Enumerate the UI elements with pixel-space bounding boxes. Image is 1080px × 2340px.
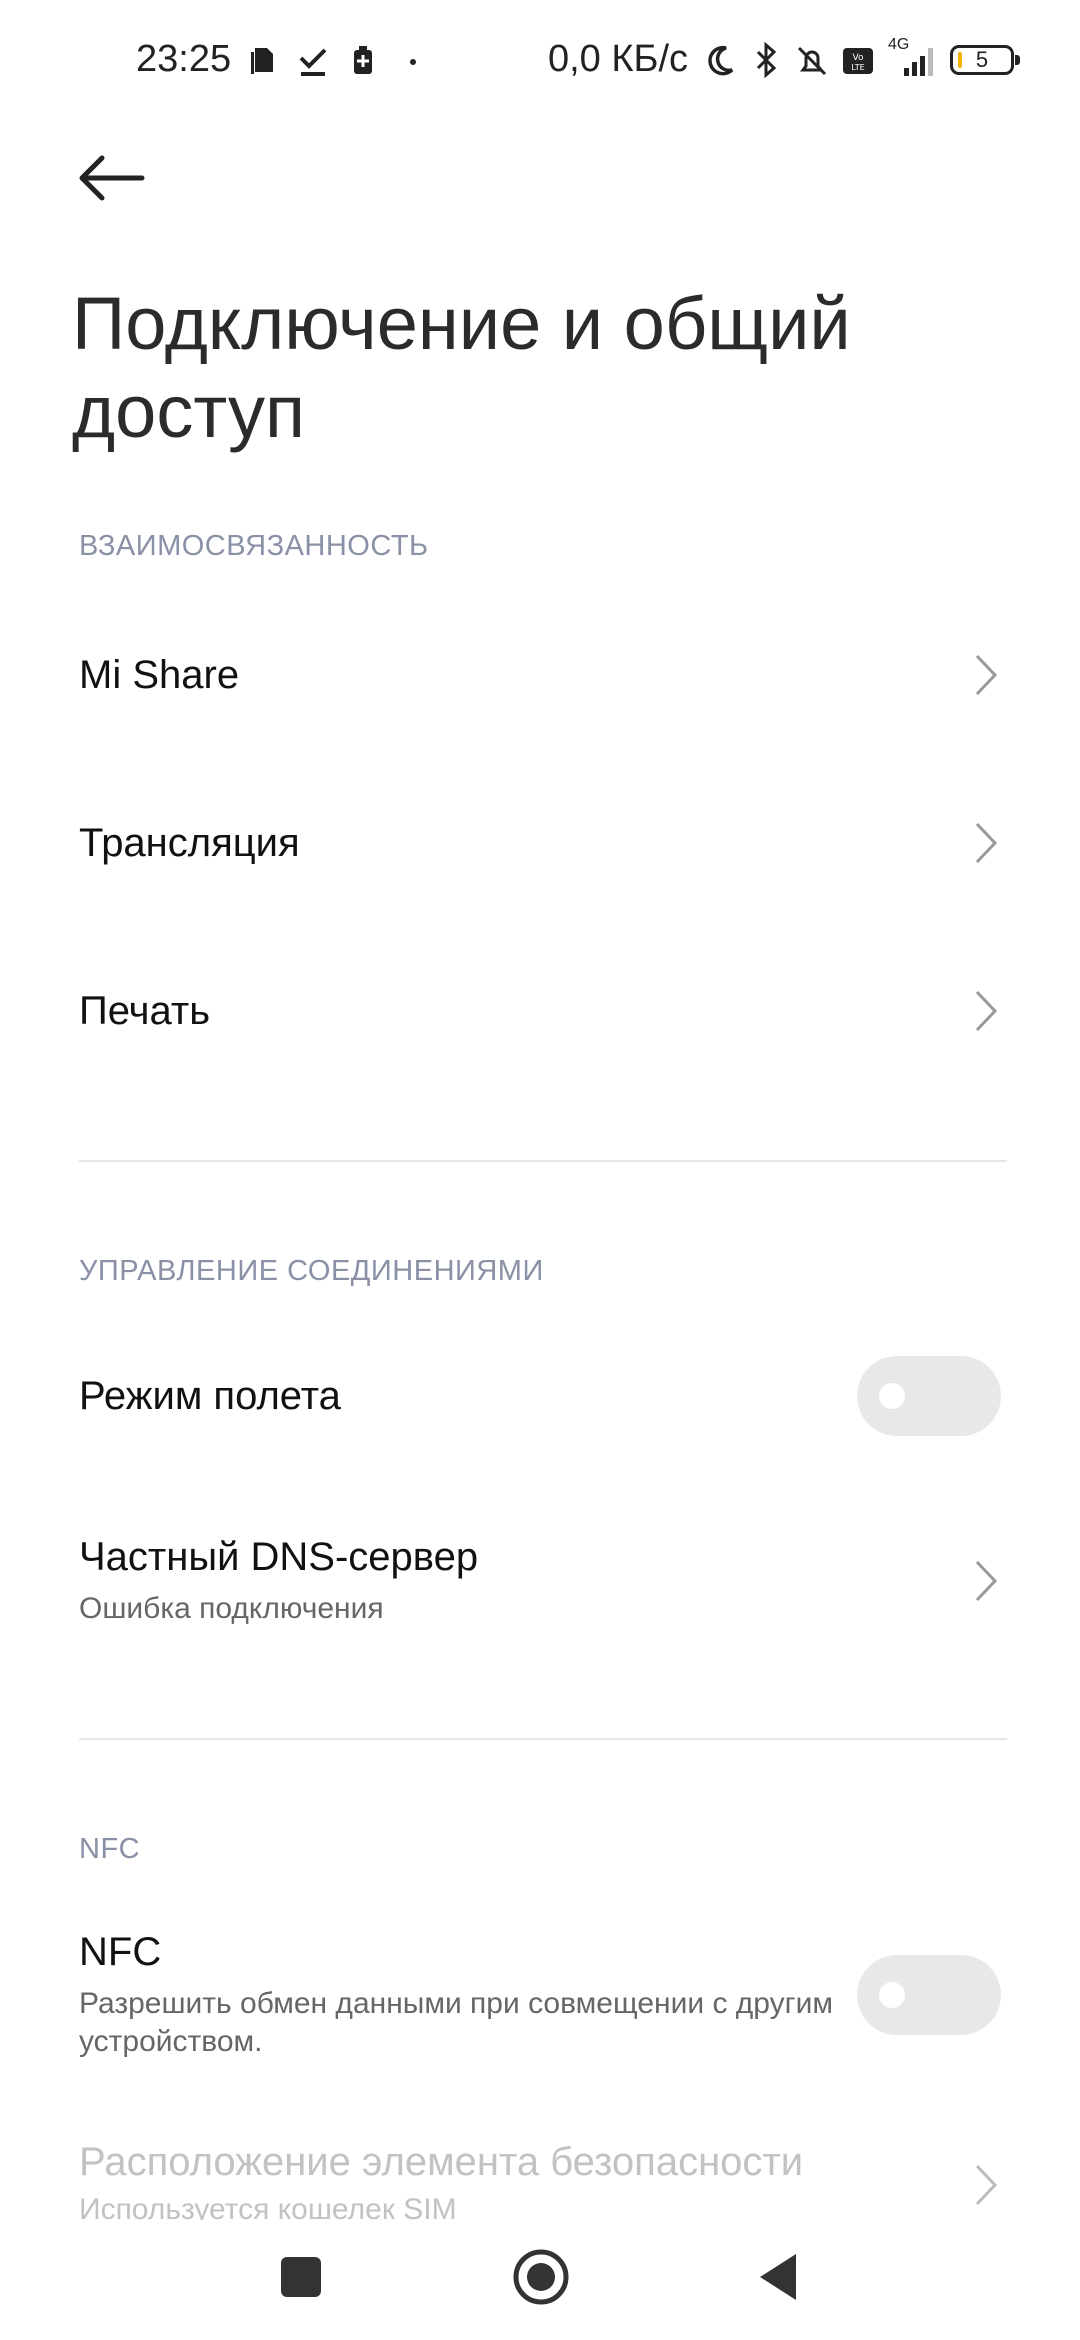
chevron-right-icon [975,2164,998,2206]
bluetooth-icon [756,41,777,78]
svg-text:Vo: Vo [853,53,864,63]
airplane-mode-label: Режим полета [79,1373,341,1418]
download-done-icon [299,48,327,76]
page-title: Подключение и общий доступ [72,282,851,453]
status-bar-left: 23:25 [136,38,431,81]
navigation-bar [0,2220,1080,2340]
home-icon[interactable] [506,2242,576,2312]
sim-card-icon [251,47,274,74]
svg-text:LTE: LTE [851,63,864,72]
private-dns-label: Частный DNS-сервер [79,1534,479,1579]
back-arrow-icon[interactable] [76,148,148,208]
mi-share-label: Mi Share [79,652,240,697]
dot-icon [410,58,417,65]
moon-icon [708,45,734,75]
toggle-knob [879,1982,905,2008]
print-item[interactable]: Печать [79,976,1001,1046]
chevron-right-icon [975,654,998,696]
back-icon[interactable] [746,2242,816,2312]
net-speed: 0,0 КБ/с [547,38,688,80]
battery-level: 5 [975,46,989,72]
toggle-knob [879,1383,905,1409]
status-bar-right: 0,0 КБ/с Vo LTE 4G 5 [547,36,1020,81]
print-label: Печать [79,988,211,1033]
section-header-interconnect: ВЗАИМОСВЯЗАННОСТЬ [79,530,429,562]
airplane-mode-toggle[interactable] [857,1356,1001,1436]
mi-share-item[interactable]: Mi Share [79,640,1001,710]
status-bar: 23:25 0,0 КБ/с Vo LTE 4G 5 [0,0,1080,126]
cast-item[interactable]: Трансляция [79,808,1001,878]
nfc-description: Разрешить обмен данными при совмещении с… [79,1986,833,2058]
section-divider [79,1738,1007,1740]
status-time: 23:25 [136,38,232,80]
cast-label: Трансляция [79,820,300,865]
chevron-right-icon [975,1560,998,1602]
private-dns-text: Частный DNS-сервер Ошибка подключения [79,1535,478,1628]
nfc-toggle[interactable] [857,1955,1001,2035]
section-header-connections: УПРАВЛЕНИЕ СОЕДИНЕНИЯМИ [79,1255,544,1287]
section-divider [79,1160,1007,1162]
nfc-text: NFC Разрешить обмен данными при совмещен… [79,1930,839,2061]
secure-element-sub: Используется кошелек SIM [79,2193,457,2220]
signal-icon: 4G [886,36,940,80]
secure-element-item[interactable]: Расположение элемента безопасности Испол… [79,2140,1001,2220]
nfc-label: NFC [79,1929,162,1974]
section-header-nfc: NFC [79,1833,141,1865]
secure-element-text: Расположение элемента безопасности Испол… [79,2140,803,2220]
nfc-item[interactable]: NFC Разрешить обмен данными при совмещен… [79,1925,1001,2065]
chevron-right-icon [975,990,998,1032]
battery-saver-icon [354,45,373,74]
alarm-off-icon [797,46,827,75]
chevron-right-icon [975,822,998,864]
volte-icon: Vo LTE [843,47,873,74]
secure-element-label: Расположение элемента безопасности [79,2140,804,2184]
airplane-mode-item[interactable]: Режим полета [79,1356,1001,1436]
battery-icon: 5 [950,44,1020,75]
private-dns-status: Ошибка подключения [79,1591,384,1625]
recent-apps-icon[interactable] [266,2242,336,2312]
private-dns-item[interactable]: Частный DNS-сервер Ошибка подключения [79,1526,1001,1636]
network-type: 4G [888,35,910,53]
